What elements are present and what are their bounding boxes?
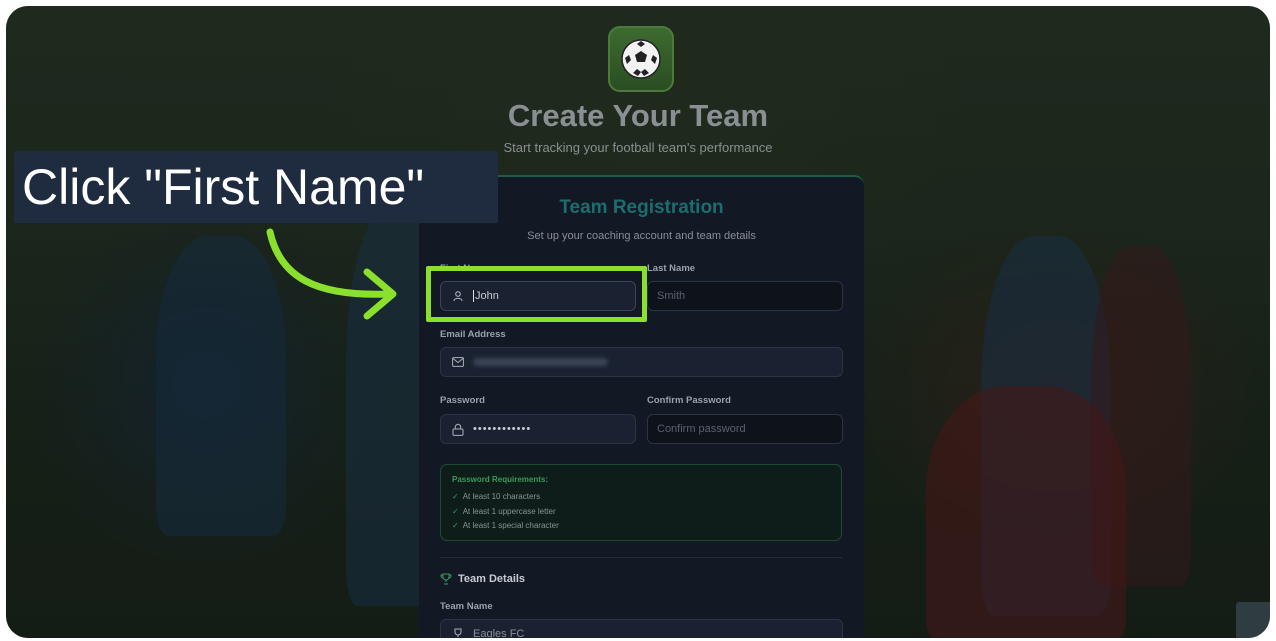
instruction-tooltip: Click "First Name" [14, 151, 498, 223]
lock-icon [451, 422, 465, 436]
last-name-field[interactable]: Smith [647, 281, 843, 311]
trophy-icon [440, 573, 452, 585]
team-details-heading: Team Details [440, 573, 525, 585]
mail-icon [451, 355, 465, 369]
requirement-item: ✓ At least 10 characters [452, 492, 541, 501]
team-name-label: Team Name [440, 601, 493, 612]
password-label: Password [440, 395, 485, 406]
email-label: Email Address [440, 329, 506, 340]
card-subtitle: Set up your coaching account and team de… [527, 230, 756, 242]
password-value: •••••••••••• [473, 423, 532, 435]
team-name-value: Eagles FC [473, 628, 525, 638]
check-icon: ✓ [452, 492, 459, 501]
confirm-password-field[interactable]: Confirm password [647, 414, 843, 444]
requirement-item: ✓ At least 1 uppercase letter [452, 507, 556, 516]
recaptcha-badge[interactable] [1236, 602, 1270, 638]
app-frame: Create Your Team Start tracking your foo… [6, 6, 1270, 638]
trophy-icon [451, 627, 465, 638]
email-value-redacted [473, 358, 608, 366]
check-icon: ✓ [452, 521, 459, 530]
last-name-label: Last Name [647, 263, 696, 274]
soccer-ball-icon [621, 39, 661, 79]
team-name-field[interactable]: Eagles FC [440, 619, 843, 638]
last-name-placeholder: Smith [657, 290, 686, 302]
email-field[interactable] [440, 347, 843, 377]
password-requirements: Password Requirements: ✓ At least 10 char… [440, 464, 842, 541]
check-icon: ✓ [452, 507, 459, 516]
app-logo [608, 26, 674, 92]
section-divider [440, 557, 842, 558]
first-name-highlight [426, 266, 647, 322]
requirement-item: ✓ At least 1 special character [452, 521, 559, 530]
confirm-password-placeholder: Confirm password [657, 423, 746, 435]
password-field[interactable]: •••••••••••• [440, 414, 636, 444]
confirm-password-label: Confirm Password [647, 395, 731, 406]
registration-card: Team Registration Set up your coaching a… [419, 175, 864, 638]
arrow-icon [266, 228, 397, 320]
requirements-title: Password Requirements: [452, 475, 549, 484]
page-title: Create Your Team [507, 98, 769, 133]
